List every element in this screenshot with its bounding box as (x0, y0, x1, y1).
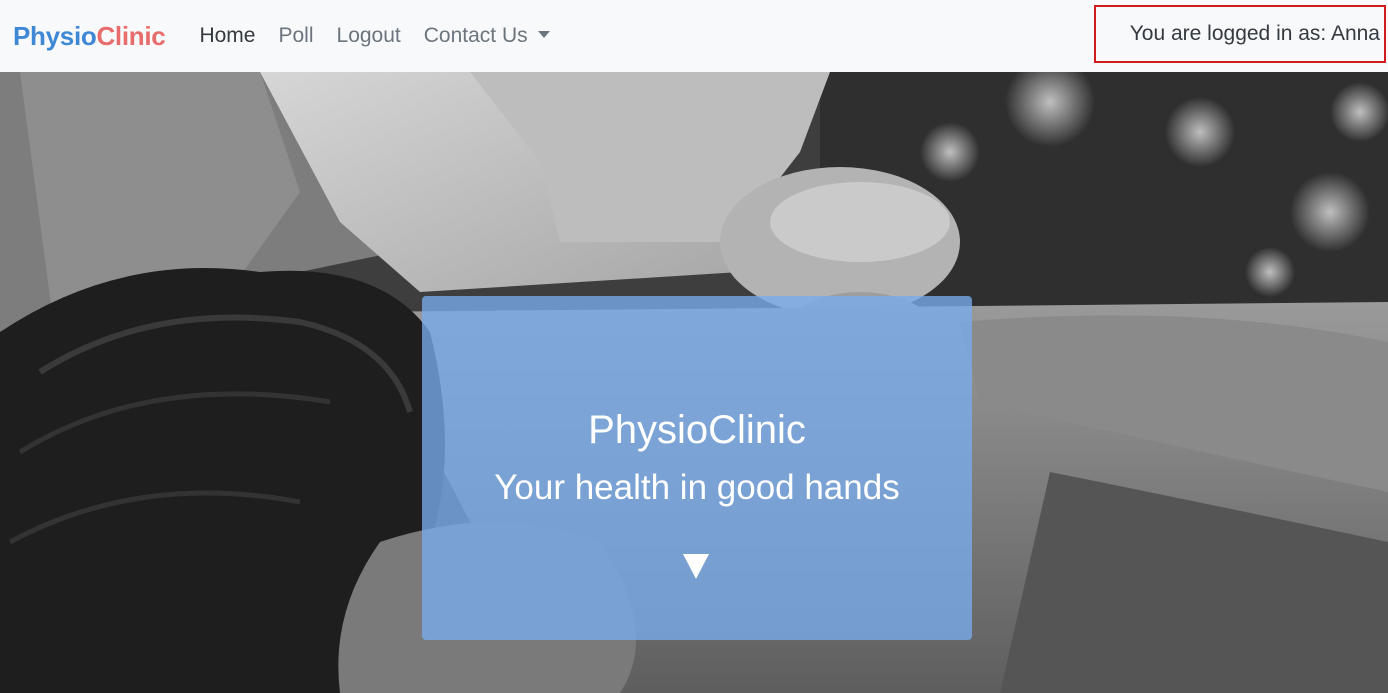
hero-panel: PhysioClinic Your health in good hands (422, 296, 972, 640)
nav-contact-dropdown[interactable]: Contact Us (424, 24, 550, 48)
nav-menu: Home Poll Logout Contact Us (199, 24, 572, 48)
hero-title: PhysioClinic (588, 408, 806, 452)
logged-in-status: You are logged in as: Anna (1094, 5, 1386, 63)
logged-in-text: You are logged in as: Anna (1129, 22, 1380, 45)
hero-section: PhysioClinic Your health in good hands (0, 72, 1388, 693)
nav-home-link[interactable]: Home (199, 24, 255, 48)
nav-contact-label: Contact Us (423, 24, 528, 47)
brand-part-clinic: Clinic (96, 20, 166, 51)
top-navbar: PhysioClinic Home Poll Logout Contact Us… (0, 0, 1388, 72)
hero-subtitle: Your health in good hands (494, 468, 900, 507)
nav-poll-link[interactable]: Poll (278, 24, 313, 48)
brand-logo[interactable]: PhysioClinic (13, 20, 166, 52)
triangle-down-icon[interactable] (683, 554, 709, 579)
brand-part-physio: Physio (13, 20, 97, 51)
chevron-down-icon (537, 30, 550, 38)
nav-logout-link[interactable]: Logout (337, 24, 401, 48)
